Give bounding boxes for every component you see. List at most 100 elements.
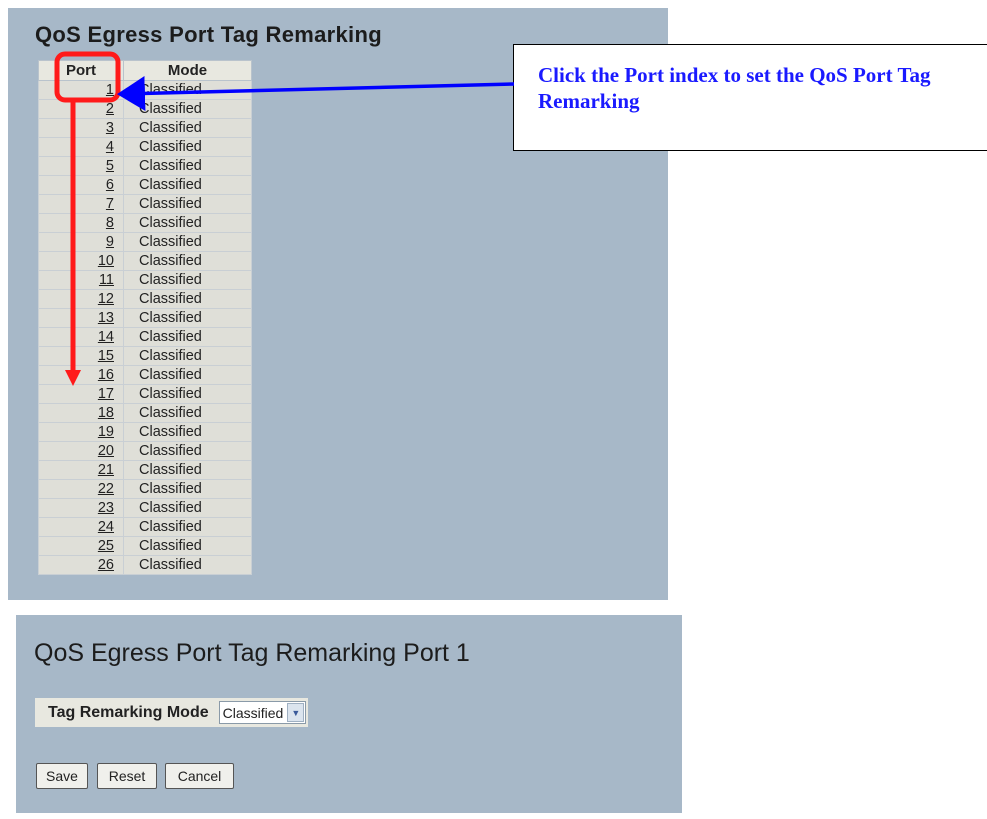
port-link[interactable]: 24 bbox=[98, 519, 114, 535]
port-cell: 7 bbox=[38, 194, 124, 214]
table-row: 22 Classified bbox=[38, 479, 252, 499]
instruction-callout: Click the Port index to set the QoS Port… bbox=[513, 44, 987, 151]
port-cell: 5 bbox=[38, 156, 124, 176]
mode-cell: Classified bbox=[123, 555, 252, 575]
mode-cell: Classified bbox=[123, 99, 252, 119]
mode-cell: Classified bbox=[123, 232, 252, 252]
port-link[interactable]: 23 bbox=[98, 500, 114, 516]
port-link[interactable]: 15 bbox=[98, 348, 114, 364]
port-table-body: 1 Classified 2 Classified 3 Classified 4 Classi… bbox=[38, 80, 252, 575]
port-link[interactable]: 8 bbox=[106, 215, 114, 231]
port-cell: 14 bbox=[38, 327, 124, 347]
port-link[interactable]: 4 bbox=[106, 139, 114, 155]
mode-cell: Classified bbox=[123, 441, 252, 461]
port-link[interactable]: 7 bbox=[106, 196, 114, 212]
table-row: 20 Classified bbox=[38, 441, 252, 461]
port-link[interactable]: 16 bbox=[98, 367, 114, 383]
config-title: QoS Egress Port Tag Remarking Port 1 bbox=[34, 639, 470, 667]
table-row: 23 Classified bbox=[38, 498, 252, 518]
mode-cell: Classified bbox=[123, 213, 252, 233]
mode-cell: Classified bbox=[123, 403, 252, 423]
port-cell: 13 bbox=[38, 308, 124, 328]
port-cell: 16 bbox=[38, 365, 124, 385]
mode-cell: Classified bbox=[123, 536, 252, 556]
mode-cell: Classified bbox=[123, 460, 252, 480]
mode-cell: Classified bbox=[123, 327, 252, 347]
mode-cell: Classified bbox=[123, 118, 252, 138]
port-link[interactable]: 19 bbox=[98, 424, 114, 440]
mode-cell: Classified bbox=[123, 156, 252, 176]
cancel-button[interactable]: Cancel bbox=[165, 763, 234, 789]
table-row: 16 Classified bbox=[38, 365, 252, 385]
mode-cell: Classified bbox=[123, 365, 252, 385]
mode-cell: Classified bbox=[123, 517, 252, 537]
table-row: 17 Classified bbox=[38, 384, 252, 404]
table-row: 3 Classified bbox=[38, 118, 252, 138]
port-link[interactable]: 10 bbox=[98, 253, 114, 269]
mode-cell: Classified bbox=[123, 194, 252, 214]
table-row: 21 Classified bbox=[38, 460, 252, 480]
port-cell: 10 bbox=[38, 251, 124, 271]
port-link[interactable]: 25 bbox=[98, 538, 114, 554]
page-title: QoS Egress Port Tag Remarking bbox=[35, 22, 382, 47]
port-link[interactable]: 5 bbox=[106, 158, 114, 174]
mode-cell: Classified bbox=[123, 346, 252, 366]
table-row: 14 Classified bbox=[38, 327, 252, 347]
port-link[interactable]: 12 bbox=[98, 291, 114, 307]
save-button[interactable]: Save bbox=[36, 763, 88, 789]
table-row: 1 Classified bbox=[38, 80, 252, 100]
port-link[interactable]: 1 bbox=[106, 82, 114, 98]
tag-remarking-mode-row: Tag Remarking Mode Classified ▼ bbox=[35, 698, 309, 727]
port-cell: 11 bbox=[38, 270, 124, 290]
port-link[interactable]: 9 bbox=[106, 234, 114, 250]
tag-remarking-mode-label: Tag Remarking Mode bbox=[48, 703, 209, 721]
table-row: 25 Classified bbox=[38, 536, 252, 556]
table-row: 6 Classified bbox=[38, 175, 252, 195]
port-link[interactable]: 6 bbox=[106, 177, 114, 193]
reset-button[interactable]: Reset bbox=[97, 763, 157, 789]
mode-cell: Classified bbox=[123, 251, 252, 271]
port-cell: 21 bbox=[38, 460, 124, 480]
tag-remarking-mode-select[interactable]: Classified ▼ bbox=[218, 701, 307, 724]
mode-cell: Classified bbox=[123, 175, 252, 195]
port-link[interactable]: 26 bbox=[98, 557, 114, 573]
port-cell: 3 bbox=[38, 118, 124, 138]
port-cell: 19 bbox=[38, 422, 124, 442]
callout-text: Click the Port index to set the QoS Port… bbox=[538, 63, 931, 113]
port-cell: 2 bbox=[38, 99, 124, 119]
table-row: 15 Classified bbox=[38, 346, 252, 366]
table-row: 2 Classified bbox=[38, 99, 252, 119]
table-row: 19 Classified bbox=[38, 422, 252, 442]
port-cell: 17 bbox=[38, 384, 124, 404]
port-link[interactable]: 21 bbox=[98, 462, 114, 478]
port-cell: 9 bbox=[38, 232, 124, 252]
port-link[interactable]: 13 bbox=[98, 310, 114, 326]
table-row: 4 Classified bbox=[38, 137, 252, 157]
port-link[interactable]: 11 bbox=[99, 272, 114, 288]
mode-cell: Classified bbox=[123, 384, 252, 404]
port-cell: 24 bbox=[38, 517, 124, 537]
port-cell: 12 bbox=[38, 289, 124, 309]
port-cell: 23 bbox=[38, 498, 124, 518]
chevron-down-icon[interactable]: ▼ bbox=[287, 703, 305, 722]
table-row: 7 Classified bbox=[38, 194, 252, 214]
mode-cell: Classified bbox=[123, 137, 252, 157]
mode-column-header: Mode bbox=[123, 60, 252, 81]
port-column-header: Port bbox=[38, 60, 124, 81]
mode-cell: Classified bbox=[123, 270, 252, 290]
port-link[interactable]: 20 bbox=[98, 443, 114, 459]
port-link[interactable]: 2 bbox=[106, 101, 114, 117]
mode-cell: Classified bbox=[123, 479, 252, 499]
mode-cell: Classified bbox=[123, 289, 252, 309]
port-link[interactable]: 18 bbox=[98, 405, 114, 421]
port-link[interactable]: 17 bbox=[98, 386, 114, 402]
port-link[interactable]: 22 bbox=[98, 481, 114, 497]
port-link[interactable]: 3 bbox=[106, 120, 114, 136]
table-row: 13 Classified bbox=[38, 308, 252, 328]
port-cell: 4 bbox=[38, 137, 124, 157]
port-cell: 6 bbox=[38, 175, 124, 195]
port-link[interactable]: 14 bbox=[98, 329, 114, 345]
table-row: 18 Classified bbox=[38, 403, 252, 423]
table-row: 5 Classified bbox=[38, 156, 252, 176]
port-config-panel: QoS Egress Port Tag Remarking Port 1 Tag… bbox=[16, 615, 682, 813]
